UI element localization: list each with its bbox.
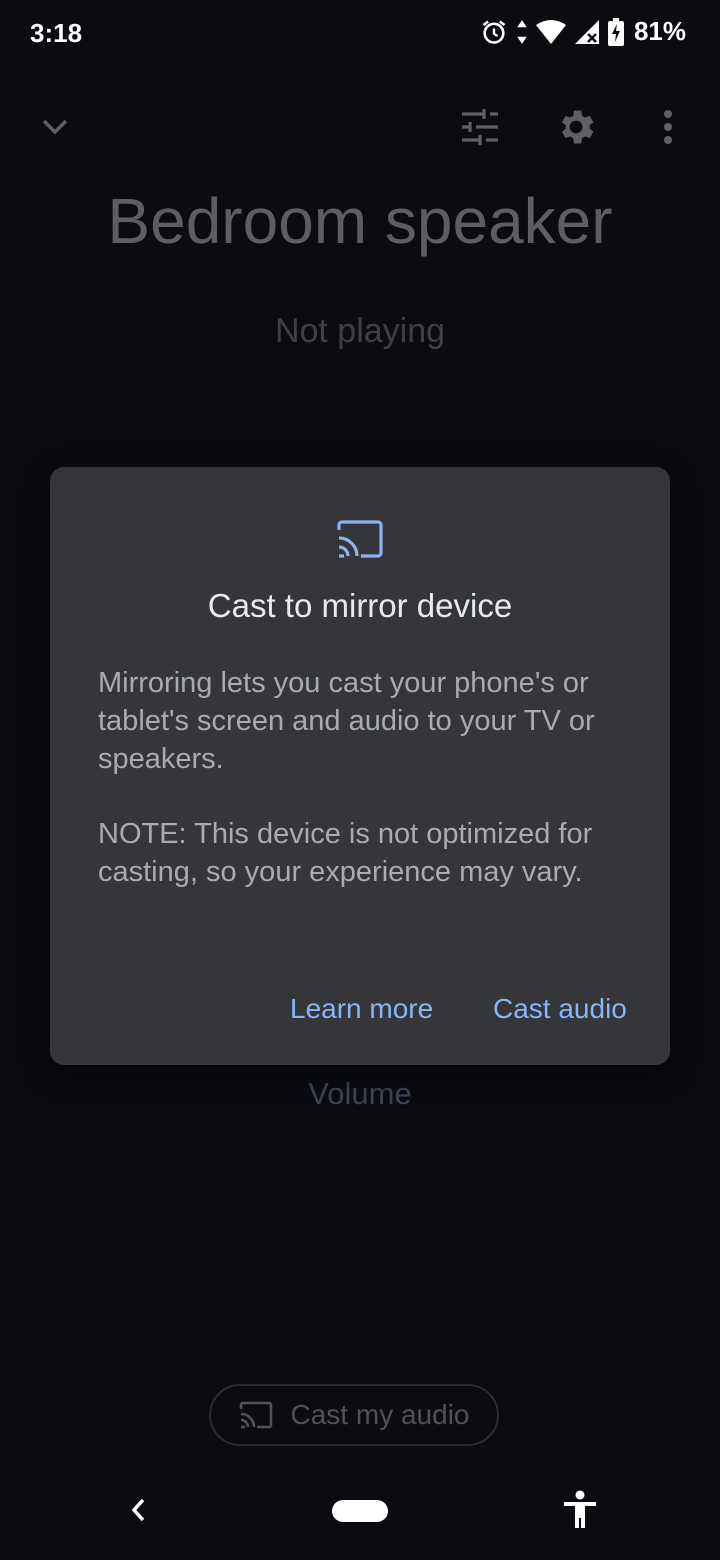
dialog-body: Mirroring lets you cast your phone's or … <box>98 667 595 775</box>
dialog-title: Cast to mirror device <box>207 587 513 624</box>
equalizer-icon[interactable] <box>453 100 507 154</box>
chevron-down-icon[interactable] <box>28 100 82 154</box>
home-pill[interactable] <box>332 1500 388 1522</box>
status-time: 3:18 <box>30 18 83 48</box>
alarm-icon <box>482 19 506 44</box>
cast-icon <box>336 519 384 564</box>
device-title: Bedroom speaker <box>107 185 613 257</box>
more-vert-icon[interactable] <box>641 100 695 154</box>
accessibility-icon[interactable] <box>562 1490 598 1535</box>
back-icon[interactable] <box>126 1494 152 1531</box>
cast-my-audio-label: Cast my audio <box>290 1399 470 1430</box>
dialog-note: NOTE: This device is not optimized for c… <box>98 818 593 888</box>
learn-more-button[interactable]: Learn more <box>290 993 433 1025</box>
gear-icon[interactable] <box>549 100 603 154</box>
playing-status: Not playing <box>274 312 446 350</box>
cast-icon <box>239 1401 272 1429</box>
status-icons: 4 81% <box>480 16 686 47</box>
cast-audio-button[interactable]: Cast audio <box>493 993 627 1025</box>
cast-my-audio-button[interactable]: Cast my audio <box>209 1384 499 1446</box>
data-arrows-icon <box>517 19 527 44</box>
volume-label[interactable]: Volume <box>0 1076 720 1112</box>
battery-charging-icon <box>607 17 624 46</box>
wifi-icon: 4 <box>535 19 566 44</box>
signal-icon <box>574 19 599 44</box>
battery-percent: 81% <box>633 16 686 46</box>
svg-text:4: 4 <box>556 33 561 43</box>
cast-mirror-dialog: Cast to mirror device Mirroring lets you… <box>50 467 670 1065</box>
